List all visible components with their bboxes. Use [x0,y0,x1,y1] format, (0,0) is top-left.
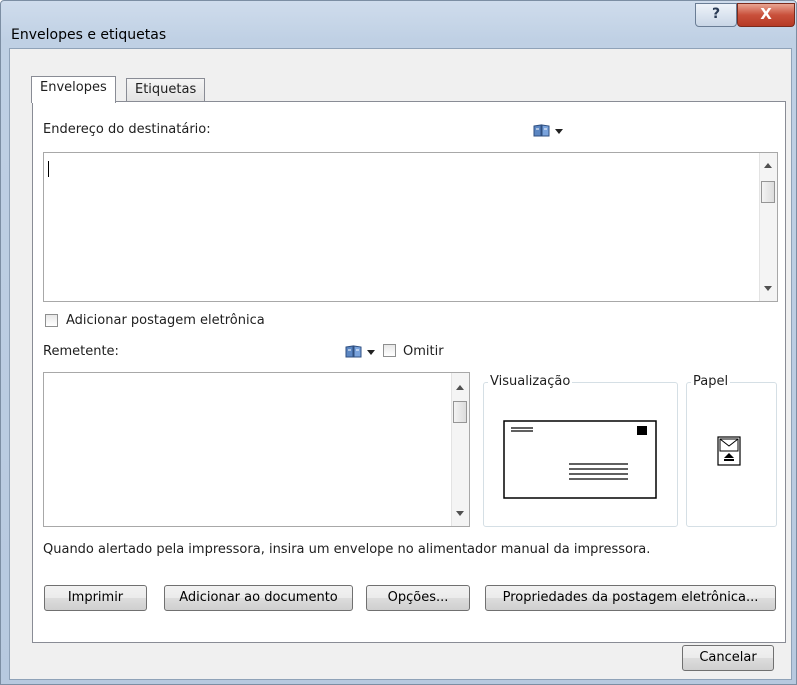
dialog-window: Envelopes e etiquetas ? X Envelopes Etiq… [0,0,797,685]
chevron-down-icon[interactable] [555,129,563,134]
scroll-down-icon[interactable] [456,511,464,516]
sender-scrollbar[interactable] [451,373,469,526]
add-to-document-button[interactable]: Adicionar ao documento [164,585,353,611]
address-book-icon[interactable] [345,345,362,358]
text-cursor [48,161,49,177]
envelope-preview-icon[interactable] [503,420,658,500]
printer-instruction-text: Quando alertado pela impressora, insira … [43,542,651,557]
scroll-thumb[interactable] [761,181,775,203]
recipient-address-input[interactable] [43,152,778,302]
scroll-thumb[interactable] [453,401,467,423]
cancel-button[interactable]: Cancelar [682,645,774,671]
preview-group: Visualização [483,374,678,527]
paper-label: Papel [691,374,731,390]
paper-group: Papel [686,374,777,527]
scroll-up-icon[interactable] [764,163,772,168]
print-button[interactable]: Imprimir [44,585,147,611]
address-book-icon[interactable] [533,124,550,137]
sender-label: Remetente: [43,344,119,359]
scroll-down-icon[interactable] [764,286,772,291]
omit-checkbox[interactable] [383,344,396,357]
postage-properties-button[interactable]: Propriedades da postagem eletrônica... [485,585,776,611]
scroll-up-icon[interactable] [456,385,464,390]
help-button[interactable]: ? [695,3,737,27]
sender-address-input[interactable] [43,372,470,527]
tab-envelopes[interactable]: Envelopes [31,76,116,103]
preview-label: Visualização [488,374,573,390]
dialog-client-area: Envelopes Etiquetas Endereço do destinat… [9,48,792,680]
omit-label: Omitir [403,344,444,359]
electronic-postage-label: Adicionar postagem eletrônica [66,313,265,328]
close-button[interactable]: X [737,3,795,27]
dialog-title: Envelopes e etiquetas [11,27,167,43]
title-bar: Envelopes e etiquetas ? X [1,1,796,43]
options-button[interactable]: Opções... [366,585,470,611]
recipient-label: Endereço do destinatário: [43,122,211,137]
recipient-scrollbar[interactable] [759,153,777,301]
envelopes-panel: Endereço do destinatário: Adicionar post… [32,101,786,643]
chevron-down-icon[interactable] [367,350,375,355]
envelope-feed-icon[interactable] [717,436,741,466]
electronic-postage-checkbox[interactable] [45,314,58,327]
tab-etiquetas[interactable]: Etiquetas [126,78,206,102]
